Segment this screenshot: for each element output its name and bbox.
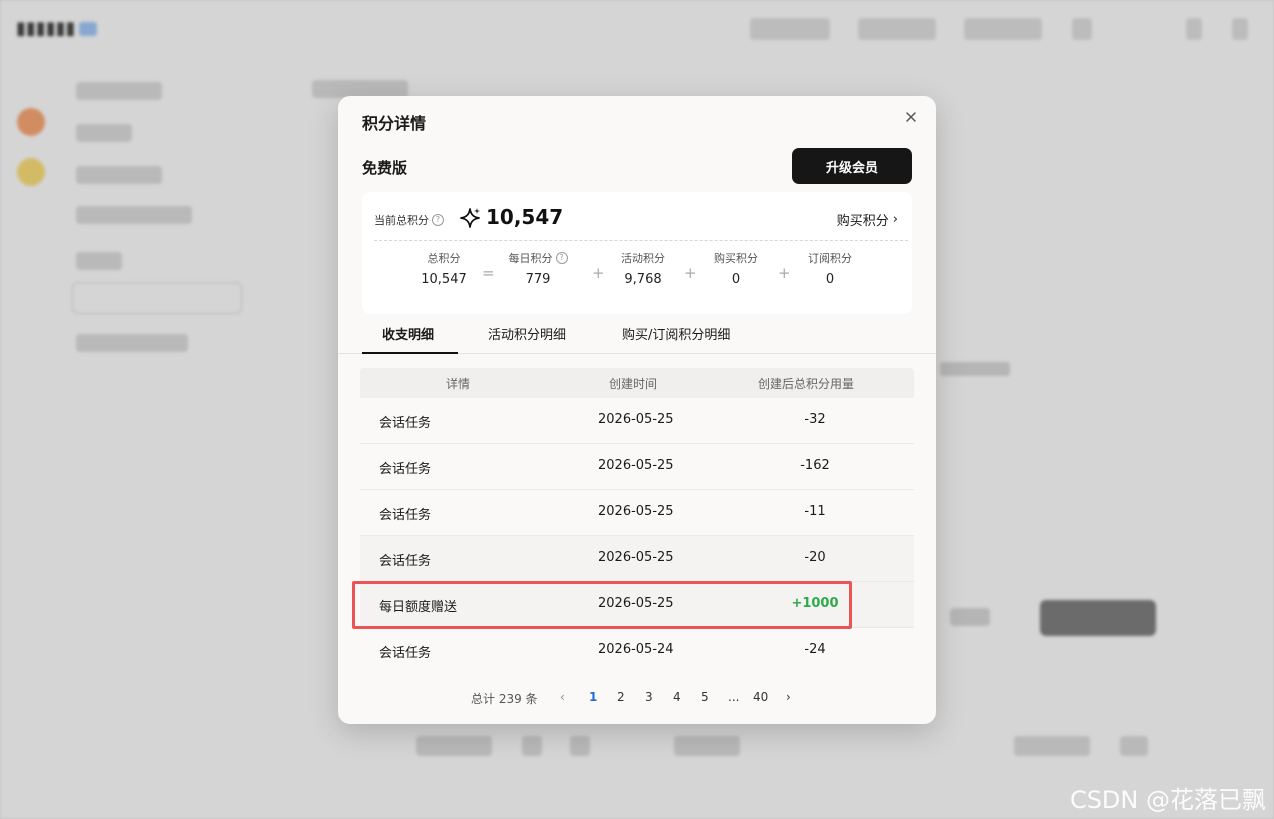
table-row: 会话任务 2026-05-25 -32 — [360, 398, 914, 444]
row-date: 2026-05-25 — [598, 504, 674, 519]
page-3[interactable]: 3 — [645, 690, 653, 704]
row-detail: 会话任务 — [379, 646, 432, 661]
table-row: 会话任务 2026-05-25 -162 — [360, 444, 914, 490]
points-summary-card: 当前总积分 ? 10,547 购买积分 › 总积分 10,547 = 每日积分 … — [362, 192, 912, 314]
chevron-right-icon[interactable]: › — [786, 690, 791, 704]
current-total-value: 10,547 — [486, 205, 564, 229]
breakdown-value: 10,547 — [421, 272, 467, 287]
page-1[interactable]: 1 — [589, 690, 597, 704]
page-ellipsis[interactable]: ... — [728, 690, 739, 704]
points-detail-modal: 积分详情 免费版 升级会员 当前总积分 ? 10,547 购买积分 › 总积分 … — [338, 96, 936, 724]
page-4[interactable]: 4 — [673, 690, 681, 704]
tab-purchase-subscription[interactable]: 购买/订阅积分明细 — [622, 324, 730, 343]
tab-income-expense[interactable]: 收支明细 — [382, 324, 434, 343]
points-table: 详情 创建时间 创建后总积分用量 会话任务 2026-05-25 -32 会话任… — [352, 368, 914, 674]
breakdown-value: 779 — [525, 272, 551, 287]
tab-bar: 收支明细 活动积分明细 购买/订阅积分明细 — [338, 320, 936, 354]
sparkle-icon — [460, 208, 480, 228]
close-icon — [906, 112, 916, 122]
table-header: 详情 创建时间 创建后总积分用量 — [360, 368, 914, 398]
plan-name: 免费版 — [362, 159, 408, 177]
help-icon[interactable]: ? — [555, 252, 568, 264]
breakdown-total: 总积分 10,547 — [404, 250, 484, 287]
row-detail: 会话任务 — [379, 462, 432, 477]
row-amount: -162 — [800, 458, 830, 473]
row-amount: -24 — [804, 642, 826, 657]
tab-activity-points[interactable]: 活动积分明细 — [488, 324, 566, 343]
row-date: 2026-05-25 — [598, 596, 674, 611]
buy-points-label: 购买积分 — [836, 214, 889, 229]
equals-operator: = — [482, 264, 495, 282]
row-detail: 会话任务 — [379, 554, 432, 569]
breakdown-value: 9,768 — [624, 272, 662, 287]
row-detail: 会话任务 — [379, 416, 432, 431]
table-row-highlighted: 每日额度赠送 2026-05-25 +1000 — [352, 581, 914, 629]
pagination: 总计 239 条 ‹ 1 2 3 4 5 ... 40 › — [338, 688, 936, 708]
row-date: 2026-05-25 — [598, 550, 674, 565]
help-icon[interactable]: ? — [432, 214, 444, 226]
page-40[interactable]: 40 — [753, 690, 768, 704]
breakdown-value: 0 — [731, 272, 741, 287]
row-date: 2026-05-24 — [598, 642, 674, 657]
plus-operator: + — [778, 264, 791, 282]
page-2[interactable]: 2 — [617, 690, 625, 704]
current-total-label-text: 当前总积分 — [374, 214, 429, 227]
row-amount: -32 — [804, 412, 826, 427]
column-header-detail: 详情 — [446, 377, 471, 391]
page-5[interactable]: 5 — [701, 690, 709, 704]
breakdown-label: 总积分 — [427, 252, 461, 265]
points-breakdown: 总积分 10,547 = 每日积分 ? 779 + 活动积分 9,768 + 购… — [362, 250, 912, 300]
breakdown-label: 订阅积分 — [808, 252, 852, 265]
row-amount: -20 — [804, 550, 826, 565]
chevron-right-icon: › — [892, 212, 898, 227]
breakdown-label: 购买积分 — [714, 252, 758, 265]
modal-title: 积分详情 — [362, 114, 427, 133]
column-header-date: 创建时间 — [609, 377, 658, 391]
table-row: 会话任务 2026-05-24 -24 — [360, 628, 914, 674]
active-tab-indicator — [362, 352, 458, 354]
row-amount: -11 — [804, 504, 826, 519]
breakdown-value: 0 — [825, 272, 835, 287]
breakdown-label: 活动积分 — [621, 252, 665, 265]
close-button[interactable] — [902, 108, 920, 126]
pagination-total: 总计 239 条 — [471, 692, 538, 706]
buy-points-link[interactable]: 购买积分 › — [837, 210, 898, 229]
current-total-label: 当前总积分 ? — [374, 212, 444, 228]
breakdown-activity: 活动积分 9,768 — [603, 250, 683, 287]
row-amount: +1000 — [791, 596, 839, 611]
column-header-amount: 创建后总积分用量 — [758, 377, 855, 391]
row-date: 2026-05-25 — [598, 412, 674, 427]
breakdown-purchase: 购买积分 0 — [696, 250, 776, 287]
plus-operator: + — [684, 264, 697, 282]
chevron-left-icon[interactable]: ‹ — [560, 690, 565, 704]
row-date: 2026-05-25 — [598, 458, 674, 473]
table-row: 会话任务 2026-05-25 -20 — [360, 536, 914, 582]
table-row: 会话任务 2026-05-25 -11 — [360, 490, 914, 536]
row-detail: 每日额度赠送 — [379, 600, 458, 615]
row-detail: 会话任务 — [379, 508, 432, 523]
watermark: CSDN @花落已飘 — [1069, 786, 1266, 814]
breakdown-label: 每日积分 — [508, 252, 553, 265]
upgrade-button[interactable]: 升级会员 — [792, 148, 912, 184]
breakdown-label-row: 每日积分 ? — [498, 250, 578, 266]
divider — [374, 240, 908, 241]
breakdown-subscription: 订阅积分 0 — [790, 250, 870, 287]
breakdown-daily: 每日积分 ? 779 — [498, 250, 578, 287]
